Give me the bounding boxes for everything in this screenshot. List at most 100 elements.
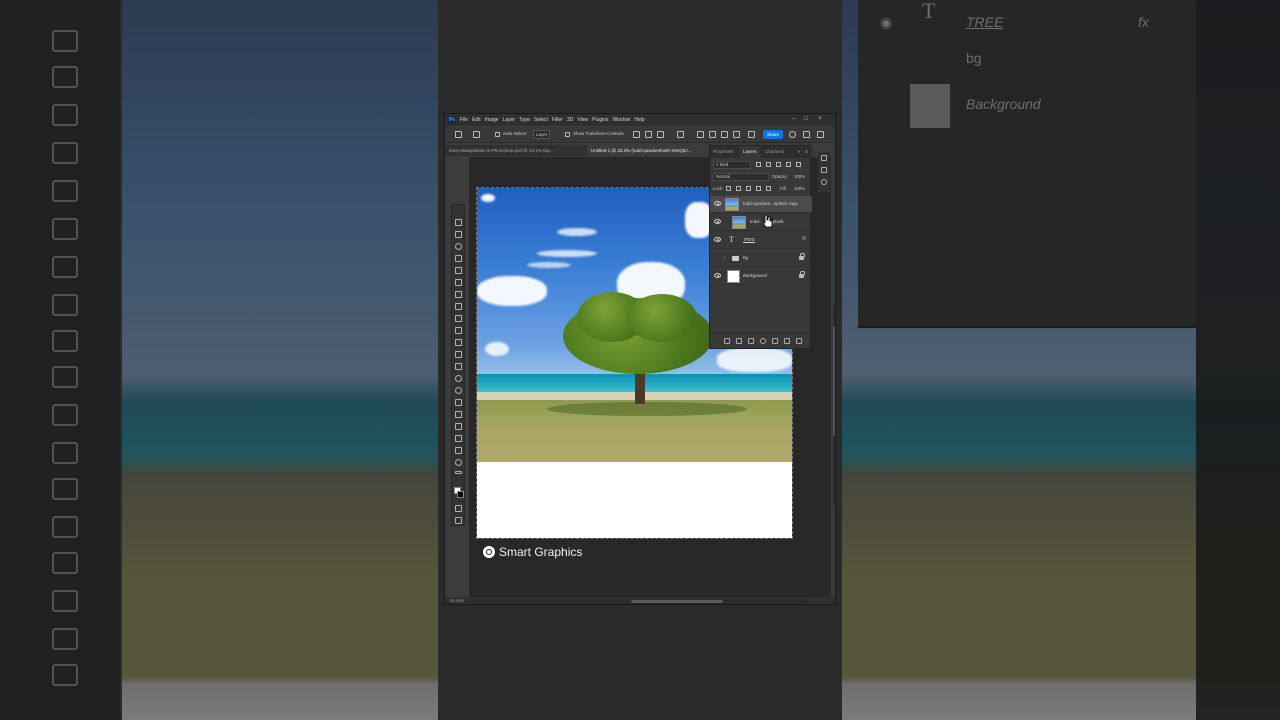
visibility-eye-icon[interactable]	[714, 201, 721, 206]
home-icon[interactable]	[455, 131, 462, 138]
group-expand-chevron-icon[interactable]: ›	[724, 255, 725, 260]
new-layer-icon[interactable]	[784, 338, 790, 344]
layer-row-bg-group[interactable]: › bg	[710, 250, 812, 267]
menu-help[interactable]: Help	[634, 117, 644, 123]
properties-panel-icon[interactable]	[821, 155, 827, 161]
tab-easy-manipulation[interactable]: Easy Manipulation in Photoshop.psd @ 34.…	[445, 145, 585, 156]
move-tool-icon[interactable]	[473, 131, 480, 138]
search-icon[interactable]	[789, 131, 796, 138]
menu-view[interactable]: View	[577, 117, 588, 123]
panel-collapse-icon[interactable]: »	[798, 149, 800, 154]
3d-mode-icon[interactable]	[748, 131, 755, 138]
history-brush-icon[interactable]	[455, 339, 462, 346]
opacity-value[interactable]: 100%	[794, 174, 805, 179]
blur-icon[interactable]	[455, 375, 462, 382]
crop-icon[interactable]	[455, 267, 462, 274]
filter-smart-object-icon[interactable]	[796, 162, 801, 167]
menu-plugins[interactable]: Plugins	[592, 117, 608, 123]
type-icon[interactable]	[455, 411, 462, 418]
minimize-icon[interactable]: –	[791, 116, 797, 122]
close-icon[interactable]: ×	[817, 116, 823, 122]
filter-type-icon[interactable]	[776, 162, 781, 167]
menu-window[interactable]: Window	[613, 117, 631, 123]
clone-stamp-icon[interactable]	[455, 327, 462, 334]
zoom-icon[interactable]	[455, 459, 462, 466]
link-layers-icon[interactable]	[724, 338, 730, 344]
panel-menu-icon[interactable]: ≡	[805, 149, 808, 154]
layers-panel-icon[interactable]	[821, 167, 827, 173]
lock-position-icon[interactable]	[746, 186, 751, 191]
layer-row-todd-copy[interactable]: todd-quacken...splash copy	[710, 196, 812, 213]
auto-select-checkbox[interactable]	[495, 132, 500, 137]
background-color-swatch[interactable]	[457, 491, 464, 498]
channels-panel-icon[interactable]	[821, 179, 827, 185]
menu-3d[interactable]: 3D	[567, 117, 573, 123]
zoom-level[interactable]: 33.33%	[450, 598, 464, 603]
transform-controls-checkbox[interactable]	[565, 132, 570, 137]
quick-mask-icon[interactable]	[455, 505, 462, 512]
auto-select-target-select[interactable]: Layer	[533, 130, 551, 139]
trash-icon[interactable]	[796, 338, 802, 344]
marquee-icon[interactable]	[455, 231, 462, 238]
brush-icon[interactable]	[455, 315, 462, 322]
path-select-icon[interactable]	[455, 423, 462, 430]
lock-artboard-icon[interactable]	[756, 186, 761, 191]
pen-icon[interactable]	[455, 399, 462, 406]
maximize-icon[interactable]: □	[803, 116, 809, 122]
lasso-icon[interactable]	[455, 243, 462, 250]
move-icon[interactable]	[455, 219, 462, 226]
align-bottom-icon[interactable]	[721, 131, 728, 138]
horizontal-scrollbar[interactable]	[469, 599, 807, 604]
fx-icon[interactable]	[736, 338, 742, 344]
layer-fx-badge[interactable]: fx	[802, 236, 806, 242]
rectangle-icon[interactable]	[455, 435, 462, 442]
align-left-icon[interactable]	[633, 131, 640, 138]
adjustment-layer-icon[interactable]	[760, 338, 766, 344]
tab-channels[interactable]: Channels	[762, 146, 787, 158]
visibility-eye-icon[interactable]	[714, 273, 721, 278]
lock-transparent-icon[interactable]	[726, 186, 731, 191]
tab-untitled-1[interactable]: Untitled-1 @ 33.3% (todd-quackenbush-X8o…	[587, 145, 709, 156]
lock-image-icon[interactable]	[736, 186, 741, 191]
workspace-icon[interactable]	[803, 131, 810, 138]
panel-toggle-icon[interactable]	[817, 131, 824, 138]
eraser-icon[interactable]	[455, 351, 462, 358]
add-mask-icon[interactable]	[748, 338, 754, 344]
quick-select-icon[interactable]	[455, 255, 462, 262]
screen-mode-icon[interactable]	[455, 517, 462, 524]
vertical-scrollbar[interactable]	[833, 306, 835, 506]
filter-pixel-icon[interactable]	[756, 162, 761, 167]
more-tools-icon[interactable]	[455, 471, 462, 474]
align-middle-icon[interactable]	[709, 131, 716, 138]
visibility-eye-icon[interactable]	[714, 237, 721, 242]
more-options-icon[interactable]	[677, 131, 684, 138]
align-right-icon[interactable]	[657, 131, 664, 138]
frame-icon[interactable]	[455, 279, 462, 286]
menu-layer[interactable]: Layer	[503, 117, 516, 123]
align-top-icon[interactable]	[697, 131, 704, 138]
menu-image[interactable]: Image	[485, 117, 499, 123]
hand-icon[interactable]	[455, 447, 462, 454]
blend-mode-select[interactable]: Normal	[713, 173, 769, 181]
menu-edit[interactable]: Edit	[472, 117, 481, 123]
menu-file[interactable]: File	[460, 117, 468, 123]
tab-properties[interactable]: Properties	[710, 146, 737, 158]
layer-row-tree[interactable]: T TREE fx	[710, 232, 812, 249]
gradient-icon[interactable]	[455, 363, 462, 370]
eyedropper-icon[interactable]	[455, 291, 462, 298]
kind-filter-select[interactable]: ⌕ Kind	[713, 161, 751, 169]
filter-shape-icon[interactable]	[786, 162, 791, 167]
menu-select[interactable]: Select	[534, 117, 548, 123]
healing-brush-icon[interactable]	[455, 303, 462, 310]
fill-value[interactable]: 100%	[794, 186, 805, 191]
layer-row-background[interactable]: Background	[710, 268, 812, 285]
dodge-icon[interactable]	[455, 387, 462, 394]
menu-filter[interactable]: Filter	[552, 117, 563, 123]
filter-adjustment-icon[interactable]	[766, 162, 771, 167]
visibility-eye-icon[interactable]	[714, 219, 721, 224]
tab-layers[interactable]: Layers	[740, 146, 760, 158]
distribute-icon[interactable]	[733, 131, 740, 138]
share-button[interactable]: Share	[763, 130, 783, 139]
menu-type[interactable]: Type	[519, 117, 530, 123]
align-center-icon[interactable]	[645, 131, 652, 138]
